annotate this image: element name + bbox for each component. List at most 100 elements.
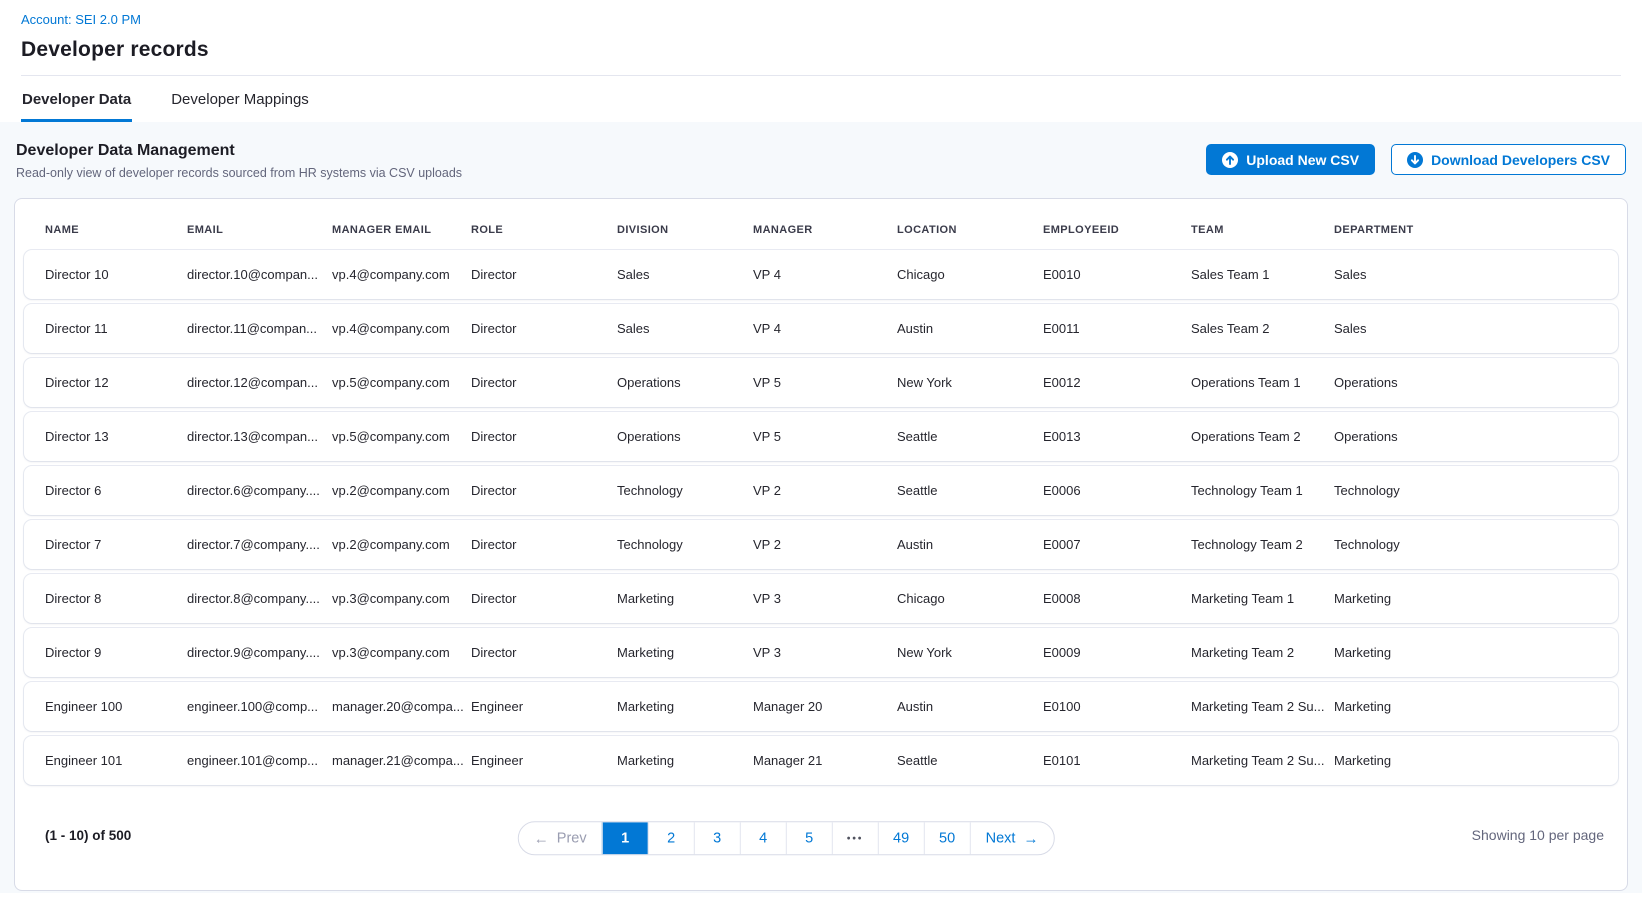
cell-email: director.8@company....: [187, 591, 332, 606]
cell-department: Sales: [1334, 267, 1618, 282]
account-breadcrumb-link[interactable]: Account: SEI 2.0 PM: [21, 12, 141, 27]
cell-manager: VP 3: [753, 591, 897, 606]
prev-page-button[interactable]: ←Prev: [519, 822, 602, 854]
cell-email: director.9@company....: [187, 645, 332, 660]
page-button-5[interactable]: 5: [786, 822, 832, 854]
cell-team: Marketing Team 1: [1191, 591, 1334, 606]
cell-role: Director: [471, 645, 617, 660]
cell-team: Sales Team 1: [1191, 267, 1334, 282]
cell-role: Director: [471, 429, 617, 444]
table-row[interactable]: Director 10director.10@compan...vp.4@com…: [24, 250, 1618, 299]
column-header-manager: MANAGER: [753, 224, 897, 236]
upload-csv-label: Upload New CSV: [1246, 152, 1359, 168]
cell-email: director.10@compan...: [187, 267, 332, 282]
cell-name: Director 10: [45, 267, 187, 282]
cell-employeeid: E0009: [1043, 645, 1191, 660]
cell-employeeid: E0008: [1043, 591, 1191, 606]
cell-location: Austin: [897, 699, 1043, 714]
cell-manager: Manager 21: [753, 753, 897, 768]
cell-employeeid: E0006: [1043, 483, 1191, 498]
cell-location: Chicago: [897, 591, 1043, 606]
column-header-team: TEAM: [1191, 224, 1334, 236]
cell-name: Director 13: [45, 429, 187, 444]
table-row[interactable]: Director 9director.9@company....vp.3@com…: [24, 628, 1618, 677]
cell-email: director.7@company....: [187, 537, 332, 552]
cell-division: Marketing: [617, 753, 753, 768]
next-page-button[interactable]: Next →: [970, 822, 1054, 854]
cell-email: director.11@compan...: [187, 321, 332, 336]
table-row[interactable]: Director 12director.12@compan...vp.5@com…: [24, 358, 1618, 407]
table-row[interactable]: Director 7director.7@company....vp.2@com…: [24, 520, 1618, 569]
cell-manager: VP 4: [753, 267, 897, 282]
column-header-department: DEPARTMENT: [1334, 224, 1618, 236]
cell-role: Director: [471, 267, 617, 282]
cell-name: Director 7: [45, 537, 187, 552]
pagination-bar: (1 - 10) of 500 ←Prev12345•••4950Next→ S…: [24, 790, 1618, 890]
page-title: Developer records: [21, 38, 1621, 62]
cell-manager-email: manager.20@compa...: [332, 699, 471, 714]
per-page-text: Showing 10 per page: [1472, 827, 1604, 843]
column-header-role: ROLE: [471, 224, 617, 236]
cell-manager-email: vp.5@company.com: [332, 375, 471, 390]
next-label: Next: [986, 830, 1016, 846]
table-row[interactable]: Director 13director.13@compan...vp.5@com…: [24, 412, 1618, 461]
tab-developer-mappings[interactable]: Developer Mappings: [170, 76, 310, 122]
section-title: Developer Data Management: [16, 142, 462, 160]
pager: ←Prev12345•••4950Next→: [518, 821, 1055, 855]
tab-bar: Developer Data Developer Mappings: [0, 76, 1642, 122]
column-header-employeeid: EMPLOYEEID: [1043, 224, 1191, 236]
cell-employeeid: E0101: [1043, 753, 1191, 768]
column-header-name: NAME: [45, 224, 187, 236]
page-button-3[interactable]: 3: [694, 822, 740, 854]
table-row[interactable]: Director 6director.6@company....vp.2@com…: [24, 466, 1618, 515]
cell-manager: Manager 20: [753, 699, 897, 714]
cell-name: Director 12: [45, 375, 187, 390]
cell-location: Seattle: [897, 483, 1043, 498]
page-button-49[interactable]: 49: [878, 822, 924, 854]
cell-role: Engineer: [471, 753, 617, 768]
table-row[interactable]: Director 8director.8@company....vp.3@com…: [24, 574, 1618, 623]
download-csv-button[interactable]: Download Developers CSV: [1391, 144, 1626, 175]
cell-location: New York: [897, 645, 1043, 660]
cell-role: Director: [471, 321, 617, 336]
cell-manager-email: vp.4@company.com: [332, 321, 471, 336]
cell-employeeid: E0013: [1043, 429, 1191, 444]
cell-manager-email: manager.21@compa...: [332, 753, 471, 768]
cell-email: director.13@compan...: [187, 429, 332, 444]
cell-department: Operations: [1334, 375, 1618, 390]
download-csv-label: Download Developers CSV: [1431, 152, 1610, 168]
cell-division: Sales: [617, 267, 753, 282]
cell-role: Director: [471, 375, 617, 390]
cell-division: Marketing: [617, 591, 753, 606]
cell-employeeid: E0007: [1043, 537, 1191, 552]
page-button-4[interactable]: 4: [740, 822, 786, 854]
cell-name: Director 11: [45, 321, 187, 336]
cell-role: Engineer: [471, 699, 617, 714]
table-row[interactable]: Engineer 100engineer.100@comp...manager.…: [24, 682, 1618, 731]
cell-division: Marketing: [617, 645, 753, 660]
arrow-right-icon: →: [1023, 831, 1038, 846]
cell-team: Technology Team 2: [1191, 537, 1334, 552]
cell-team: Sales Team 2: [1191, 321, 1334, 336]
content-area: Developer Data Management Read-only view…: [0, 122, 1642, 893]
table-row[interactable]: Engineer 101engineer.101@comp...manager.…: [24, 736, 1618, 785]
cell-employeeid: E0100: [1043, 699, 1191, 714]
cell-manager-email: vp.2@company.com: [332, 537, 471, 552]
cell-role: Director: [471, 537, 617, 552]
upload-csv-button[interactable]: Upload New CSV: [1206, 144, 1375, 175]
csv-actions: Upload New CSV Download Developers CSV: [1206, 142, 1626, 175]
cell-location: Chicago: [897, 267, 1043, 282]
cell-division: Technology: [617, 483, 753, 498]
column-header-location: LOCATION: [897, 224, 1043, 236]
tab-developer-data[interactable]: Developer Data: [21, 76, 132, 122]
cell-role: Director: [471, 483, 617, 498]
cell-manager: VP 5: [753, 429, 897, 444]
cell-team: Operations Team 1: [1191, 375, 1334, 390]
table-row[interactable]: Director 11director.11@compan...vp.4@com…: [24, 304, 1618, 353]
page-button-1[interactable]: 1: [602, 822, 648, 854]
page-button-2[interactable]: 2: [648, 822, 694, 854]
page-button-50[interactable]: 50: [924, 822, 970, 854]
section-titles: Developer Data Management Read-only view…: [16, 142, 462, 180]
cell-team: Marketing Team 2 Su...: [1191, 699, 1334, 714]
cell-department: Technology: [1334, 537, 1618, 552]
